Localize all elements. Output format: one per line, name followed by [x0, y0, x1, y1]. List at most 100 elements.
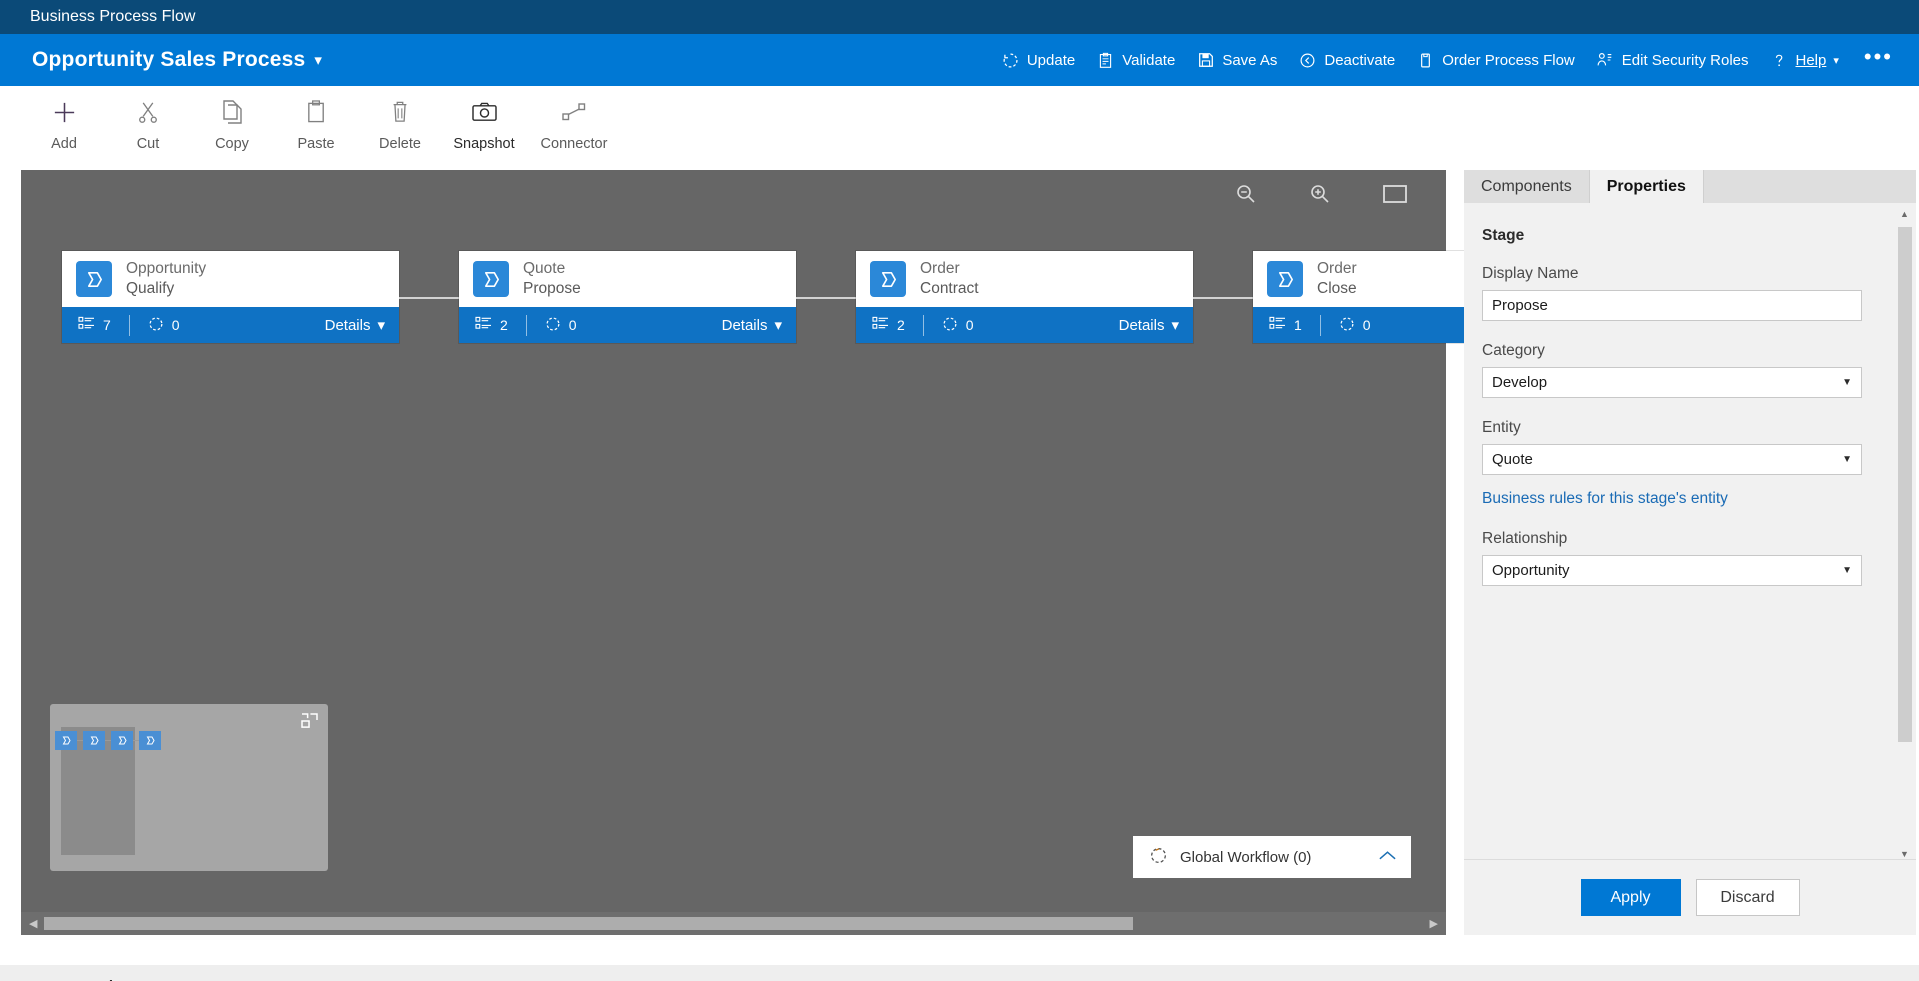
stage-footer: 7 0 Details ▾ — [62, 307, 399, 343]
discard-button[interactable]: Discard — [1696, 879, 1800, 916]
trash-icon — [389, 98, 411, 126]
process-canvas[interactable]: Opportunity Qualify 7 — [21, 170, 1446, 935]
stage-details-toggle[interactable]: Details ▾ — [722, 316, 782, 334]
chevron-up-icon[interactable] — [1378, 849, 1397, 866]
relationship-label: Relationship — [1482, 530, 1888, 548]
stage-entity-name: Opportunity — [126, 259, 206, 279]
chevron-down-icon: ▾ — [1171, 316, 1179, 334]
scrollbar-track[interactable] — [44, 917, 1422, 930]
paste-label: Paste — [297, 136, 334, 152]
global-workflow-bar[interactable]: Global Workflow (0) — [1133, 836, 1411, 878]
category-select[interactable]: Develop ▼ — [1482, 367, 1862, 398]
stage-workflows-metric[interactable]: 0 — [1339, 316, 1371, 335]
edit-security-roles-label: Edit Security Roles — [1622, 52, 1749, 69]
minimap-stage — [83, 731, 105, 750]
connector-button[interactable]: Connector — [526, 86, 622, 152]
save-as-button[interactable]: Save As — [1196, 51, 1277, 70]
tab-components-label: Components — [1481, 178, 1572, 196]
chevron-down-icon[interactable]: ▾ — [1833, 54, 1839, 67]
stage-steps-metric[interactable]: 7 — [78, 316, 111, 334]
add-button[interactable]: Add — [22, 86, 106, 152]
stage-header: Opportunity Qualify — [62, 251, 399, 307]
stage-flag-icon — [870, 261, 906, 297]
stage-details-toggle[interactable]: Details ▾ — [1119, 316, 1179, 334]
category-label: Category — [1482, 342, 1888, 360]
magnifier-plus-icon[interactable] — [1308, 182, 1332, 211]
scrollbar-thumb[interactable] — [1898, 227, 1912, 742]
tab-components[interactable]: Components — [1464, 170, 1590, 203]
workflow-count: 0 — [172, 317, 180, 333]
fit-screen-icon[interactable] — [1382, 183, 1408, 210]
expand-minimap-icon[interactable] — [301, 713, 318, 733]
refresh-icon — [1001, 51, 1020, 70]
connector-icon — [561, 98, 587, 126]
validate-button[interactable]: Validate — [1096, 51, 1175, 70]
stage-workflows-metric[interactable]: 0 — [942, 316, 974, 335]
divider — [923, 315, 924, 336]
stage-steps-metric[interactable]: 1 — [1269, 316, 1302, 334]
stage-card[interactable]: Order Contract 2 — [856, 251, 1193, 343]
chevron-down-icon[interactable]: ▾ — [314, 51, 322, 69]
copy-button[interactable]: Copy — [190, 86, 274, 152]
panel-vertical-scrollbar[interactable]: ▲ ▼ — [1896, 209, 1913, 859]
stage-details-toggle[interactable]: Details ▾ — [325, 316, 385, 334]
deactivate-button[interactable]: Deactivate — [1298, 51, 1395, 70]
stage-steps-metric[interactable]: 2 — [475, 316, 508, 334]
scrollbar-thumb[interactable] — [44, 917, 1133, 930]
steps-count: 7 — [103, 317, 111, 333]
steps-count: 1 — [1294, 317, 1302, 333]
snapshot-button[interactable]: Snapshot — [442, 86, 526, 152]
display-name-input[interactable]: Propose — [1482, 290, 1862, 321]
chevron-down-icon: ▼ — [1842, 565, 1852, 576]
magnifier-minus-icon[interactable] — [1234, 182, 1258, 211]
canvas-zoom-controls — [1234, 182, 1408, 211]
stage-connector — [1193, 297, 1253, 299]
stage-card[interactable]: Opportunity Qualify 7 — [62, 251, 399, 343]
business-rules-link[interactable]: Business rules for this stage's entity — [1482, 490, 1888, 508]
stage-card[interactable]: Quote Propose 2 — [459, 251, 796, 343]
apply-button[interactable]: Apply — [1581, 879, 1681, 916]
scissors-icon — [136, 98, 160, 126]
page-title: Opportunity Sales Process — [32, 48, 305, 72]
scrollbar-track[interactable] — [1898, 227, 1912, 847]
delete-button[interactable]: Delete — [358, 86, 442, 152]
tab-properties[interactable]: Properties — [1590, 170, 1704, 203]
camera-icon — [471, 98, 498, 126]
help-button[interactable]: Help ▾ — [1770, 51, 1839, 70]
stage-entity-name: Quote — [523, 259, 581, 279]
entity-select[interactable]: Quote ▼ — [1482, 444, 1862, 475]
details-label: Details — [1119, 317, 1165, 334]
save-as-icon — [1196, 51, 1215, 70]
canvas-horizontal-scrollbar[interactable]: ◀ ▶ — [21, 912, 1446, 935]
scroll-left-arrow-icon[interactable]: ◀ — [29, 917, 37, 930]
stage-flag-icon — [76, 261, 112, 297]
stage-entity-name: Order — [920, 259, 979, 279]
cut-button[interactable]: Cut — [106, 86, 190, 152]
stage-flag-icon — [1267, 261, 1303, 297]
chevron-down-icon: ▾ — [377, 316, 385, 334]
stage-workflows-metric[interactable]: 0 — [148, 316, 180, 335]
steps-icon — [475, 316, 492, 334]
scroll-up-arrow-icon[interactable]: ▲ — [1900, 209, 1909, 225]
window-titlebar: Business Process Flow — [0, 0, 1919, 34]
paste-button[interactable]: Paste — [274, 86, 358, 152]
process-title-dropdown[interactable]: Opportunity Sales Process ▾ — [32, 48, 322, 72]
stage-flag-icon — [473, 261, 509, 297]
help-label: Help — [1796, 52, 1827, 69]
stage-steps-metric[interactable]: 2 — [872, 316, 905, 334]
stage-workflows-metric[interactable]: 0 — [545, 316, 577, 335]
scroll-down-arrow-icon[interactable]: ▼ — [1900, 849, 1909, 859]
relationship-select[interactable]: Opportunity ▼ — [1482, 555, 1862, 586]
workflow-count: 0 — [1363, 317, 1371, 333]
update-button[interactable]: Update — [1001, 51, 1075, 70]
canvas-minimap[interactable] — [50, 704, 328, 871]
stage-footer: 2 0 Details ▾ — [856, 307, 1193, 343]
order-process-flow-button[interactable]: Order Process Flow — [1416, 51, 1575, 70]
edit-security-roles-button[interactable]: Edit Security Roles — [1596, 51, 1749, 70]
panel-actions: Apply Discard — [1464, 859, 1916, 935]
workflow-icon — [1149, 846, 1168, 869]
plus-icon — [51, 98, 78, 126]
category-value: Develop — [1492, 374, 1547, 391]
overflow-menu-button[interactable]: ••• — [1860, 44, 1897, 77]
scroll-right-arrow-icon[interactable]: ▶ — [1430, 917, 1438, 930]
